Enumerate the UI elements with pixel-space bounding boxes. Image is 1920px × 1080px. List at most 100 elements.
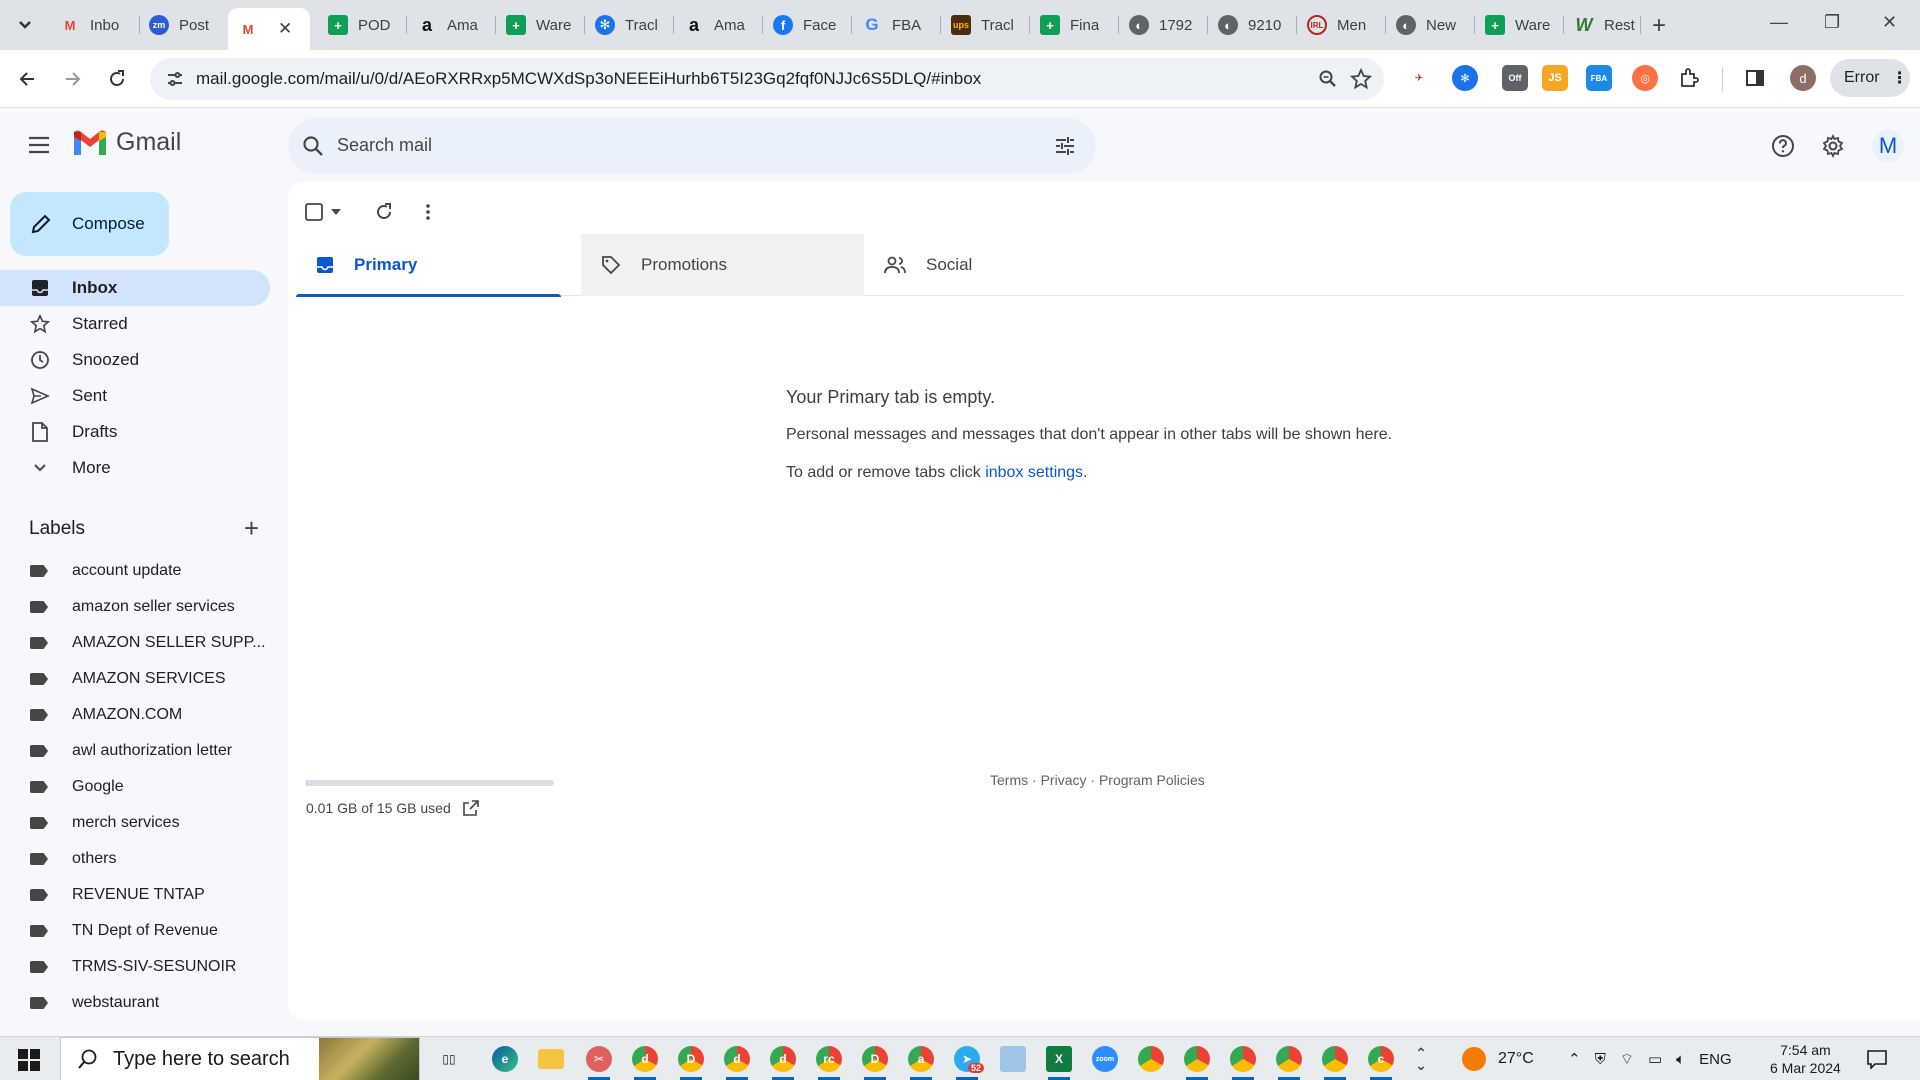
chrome-profile-icon[interactable] [1318,1043,1352,1080]
side-panel-icon[interactable] [1742,65,1768,91]
browser-tab[interactable]: ◐ 1792 [1119,8,1202,42]
more-vert-icon[interactable] [418,202,438,222]
browser-tab[interactable]: + Ware [1475,8,1560,42]
taskbar-search[interactable]: Type here to search [60,1037,420,1080]
tab-promotions[interactable]: Promotions [581,234,864,296]
search-icon[interactable] [302,135,324,157]
snipping-tool-icon[interactable]: ✂ [582,1043,616,1080]
volume-icon[interactable]: 🔈︎ [1676,1051,1685,1068]
nav-item-sent[interactable]: Sent [0,378,270,414]
chrome-profile-icon[interactable]: D [858,1043,892,1080]
tab-social[interactable]: Social [864,234,1147,296]
extension-icon[interactable]: ✻ [1452,65,1478,91]
windows-start-icon[interactable] [18,1049,40,1071]
extension-icon[interactable]: ◎ [1632,65,1658,91]
language-indicator[interactable]: ENG [1699,1051,1732,1068]
tab-search-button[interactable] [10,10,40,40]
extension-off-icon[interactable]: Off [1502,65,1528,91]
browser-tab[interactable]: W Rest [1564,8,1645,42]
nav-item-more[interactable]: More [0,450,270,486]
forward-button[interactable] [58,64,88,94]
bookmark-star-icon[interactable] [1350,68,1372,90]
chrome-profile-icon[interactable]: d [720,1043,754,1080]
battery-icon[interactable]: ▭ [1648,1050,1662,1068]
chrome-profile-icon[interactable] [1272,1043,1306,1080]
app-icon[interactable] [996,1043,1030,1075]
file-explorer-icon[interactable] [534,1043,568,1075]
extension-icon[interactable]: ✈ [1406,65,1432,91]
zoom-app-icon[interactable]: zoom [1088,1043,1122,1075]
select-all-checkbox[interactable] [304,202,324,222]
extension-js-icon[interactable]: JS [1542,65,1568,91]
label-item[interactable]: REVENUE TNTAP [0,877,270,913]
program-policies-link[interactable]: Program Policies [1099,772,1205,788]
reload-button[interactable] [102,64,132,94]
browser-tab[interactable]: f Face [763,8,846,42]
chrome-profile-icon[interactable]: c [1364,1043,1398,1080]
label-item[interactable]: webstaurant [0,985,270,1021]
gmail-logo[interactable]: Gmail [72,128,181,157]
nav-item-snoozed[interactable]: Snoozed [0,342,270,378]
select-dropdown-icon[interactable] [330,207,342,217]
help-icon[interactable] [1768,131,1798,161]
label-item[interactable]: awl authorization letter [0,733,270,769]
browser-tab[interactable]: ✻ Tracl [585,8,668,42]
label-item[interactable]: Google [0,769,270,805]
minimize-icon[interactable]: — [1770,12,1788,33]
label-item[interactable]: others [0,841,270,877]
site-settings-icon[interactable] [166,70,184,88]
browser-tab[interactable]: zm Post [139,8,219,42]
system-clock[interactable]: 7:54 am 6 Mar 2024 [1770,1041,1841,1077]
address-bar[interactable]: mail.google.com/mail/u/0/d/AEoRXRRxp5MCW… [150,58,1384,100]
browser-tab[interactable]: ◐ New [1386,8,1466,42]
wifi-icon[interactable]: ⌔ [1620,1050,1634,1069]
close-tab-icon[interactable]: ✕ [278,19,292,39]
extension-fba-icon[interactable]: FBA [1586,65,1612,91]
search-options-icon[interactable] [1054,135,1076,157]
settings-gear-icon[interactable] [1818,131,1848,161]
chrome-profile-icon[interactable]: rc [812,1043,846,1080]
browser-tab[interactable]: a Ama [674,8,755,42]
refresh-icon[interactable] [374,202,394,222]
extensions-puzzle-icon[interactable] [1676,65,1702,91]
nav-item-starred[interactable]: Starred [0,306,270,342]
search-input[interactable]: Search mail [337,135,432,156]
browser-tab[interactable]: a Ama [407,8,488,42]
add-label-icon[interactable]: + [244,515,259,541]
nav-item-drafts[interactable]: Drafts [0,414,270,450]
main-menu-button[interactable] [26,132,56,162]
chrome-profile-icon[interactable]: a [904,1043,938,1080]
telegram-icon[interactable]: ➤ 52 [950,1043,984,1080]
notifications-icon[interactable] [1866,1037,1888,1080]
browser-tab[interactable]: G FBA [852,8,931,42]
edge-icon[interactable]: e [488,1043,522,1075]
browser-tab[interactable]: + Ware [496,8,581,42]
inbox-settings-link[interactable]: inbox settings [985,464,1083,481]
label-item[interactable]: account update [0,553,270,589]
label-item[interactable]: AMAZON SERVICES [0,661,270,697]
zoom-icon[interactable] [1318,69,1338,89]
tab-primary[interactable]: Primary [296,234,561,297]
chrome-profile-icon[interactable]: D [674,1043,708,1080]
new-tab-icon[interactable]: + [1652,12,1666,40]
label-item[interactable]: TN Dept of Revenue [0,913,270,949]
chrome-profile-icon[interactable] [1180,1043,1214,1080]
label-item[interactable]: amazon seller services [0,589,270,625]
taskbar-scroll-icon[interactable]: ⌃ ⌄ [1404,1043,1438,1075]
browser-tab[interactable]: + POD [318,8,401,42]
profile-avatar-icon[interactable]: d [1790,65,1816,91]
excel-icon[interactable]: X [1042,1043,1076,1080]
label-item[interactable]: AMAZON.COM [0,697,270,733]
chrome-icon[interactable] [1134,1043,1168,1075]
terms-link[interactable]: Terms [990,772,1028,788]
chrome-profile-icon[interactable]: d [628,1043,662,1080]
search-bar[interactable]: Search mail [288,118,1096,174]
nav-item-inbox[interactable]: Inbox [0,270,270,306]
weather-widget[interactable]: 27°C [1462,1037,1534,1080]
browser-tab[interactable]: IRL Men [1297,8,1376,42]
compose-button[interactable]: Compose [10,192,169,256]
privacy-link[interactable]: Privacy [1041,772,1087,788]
browser-tab[interactable]: M Inbo [50,8,129,42]
profile-error-button[interactable]: Error ⋮ [1830,59,1910,97]
security-icon[interactable]: ⛨ [1595,1051,1606,1068]
